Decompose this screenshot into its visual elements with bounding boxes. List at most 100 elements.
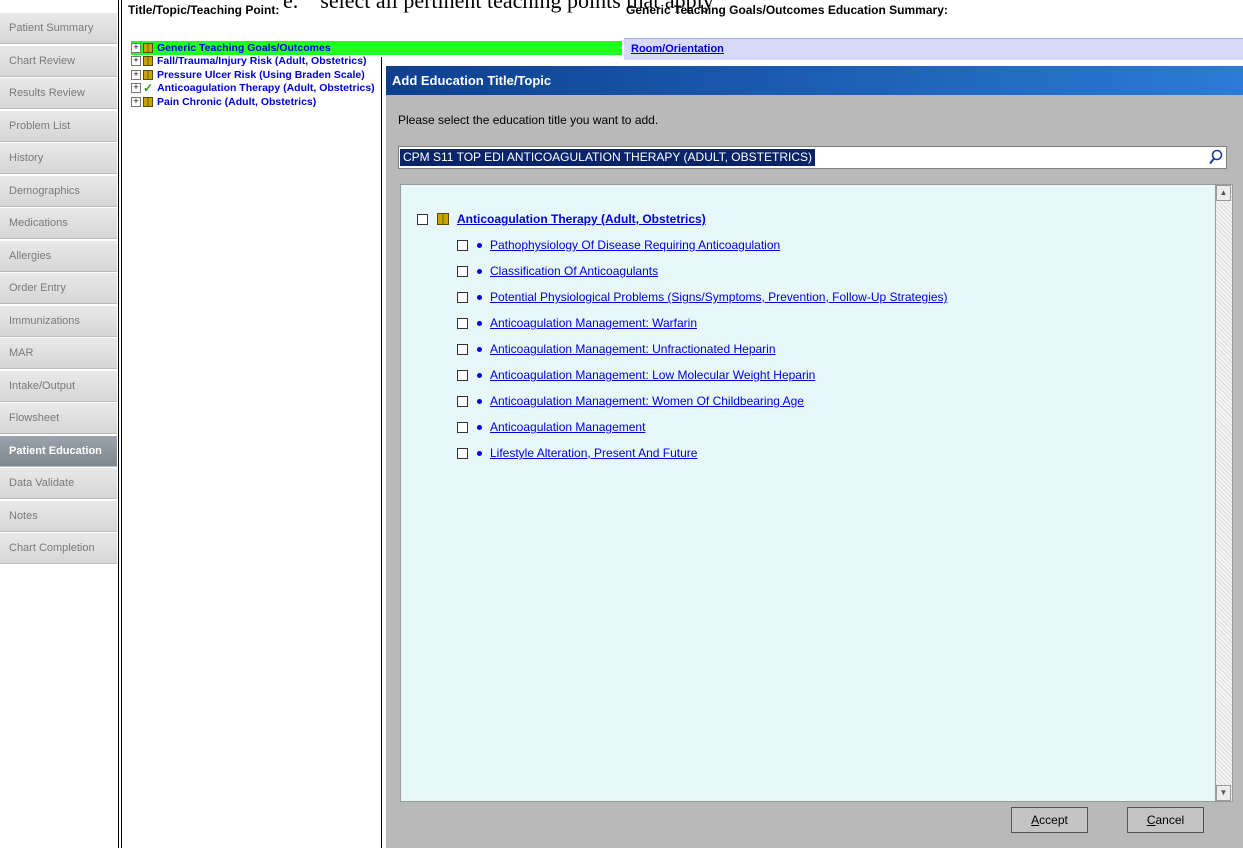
bullet-icon — [477, 372, 482, 378]
sidebar-item-history[interactable]: History — [0, 143, 117, 174]
topic-checkbox[interactable] — [417, 213, 428, 225]
education-search-field[interactable]: CPM S11 TOP EDI ANTICOAGULATION THERAPY … — [398, 146, 1227, 169]
tree-column-header: Title/Topic/Teaching Point: — [128, 3, 280, 17]
caption-marker: e. — [283, 0, 299, 13]
sidebar-item-results-review[interactable]: Results Review — [0, 78, 117, 109]
book-icon — [437, 213, 449, 225]
bullet-icon — [477, 398, 482, 404]
search-icon[interactable] — [1207, 148, 1225, 167]
checkmark-icon: ✓ — [143, 81, 154, 96]
bullet-icon — [477, 346, 482, 352]
sidebar-item-medications[interactable]: Medications — [0, 208, 117, 239]
point-checkbox[interactable] — [457, 265, 468, 277]
accept-button[interactable]: Accept — [1011, 807, 1088, 833]
tree-item-anticoagulation-therapy[interactable]: + ✓ Anticoagulation Therapy (Adult, Obst… — [131, 81, 381, 96]
bullet-icon — [477, 268, 482, 274]
list-item[interactable]: Anticoagulation Management — [457, 420, 645, 434]
cancel-label: ancel — [1155, 813, 1185, 827]
list-item[interactable]: Anticoagulation Management: Women Of Chi… — [457, 394, 804, 408]
point-link[interactable]: Anticoagulation Management: Low Molecula… — [490, 368, 815, 382]
point-checkbox[interactable] — [457, 343, 468, 355]
column-divider — [381, 57, 382, 848]
point-link[interactable]: Potential Physiological Problems (Signs/… — [490, 290, 948, 304]
sidebar-splitter[interactable] — [118, 0, 122, 848]
cancel-button[interactable]: Cancel — [1127, 807, 1204, 833]
vertical-scrollbar[interactable]: ▲ ▼ — [1215, 185, 1232, 801]
point-link[interactable]: Anticoagulation Management: Unfractionat… — [490, 342, 776, 356]
list-item[interactable]: Pathophysiology Of Disease Requiring Ant… — [457, 238, 780, 252]
bullet-icon — [477, 450, 482, 456]
teaching-points-list: Anticoagulation Therapy (Adult, Obstetri… — [400, 184, 1233, 802]
bullet-icon — [477, 242, 482, 248]
book-icon — [143, 56, 153, 67]
sidebar-item-order-entry[interactable]: Order Entry — [0, 273, 117, 304]
sidebar-item-mar[interactable]: MAR — [0, 338, 117, 369]
point-checkbox[interactable] — [457, 395, 468, 407]
list-item[interactable]: Classification Of Anticoagulants — [457, 264, 658, 278]
point-link[interactable]: Classification Of Anticoagulants — [490, 264, 658, 278]
tree-item-generic-teaching-goals[interactable]: + Generic Teaching Goals/Outcomes — [131, 41, 622, 55]
tree-item-pressure-ulcer-risk[interactable]: + Pressure Ulcer Risk (Using Braden Scal… — [131, 68, 381, 82]
point-link[interactable]: Anticoagulation Management — [490, 420, 645, 434]
accept-mnemonic: A — [1031, 813, 1040, 827]
tree-item-label: Anticoagulation Therapy (Adult, Obstetri… — [157, 82, 375, 95]
summary-column-header: Generic Teaching Goals/Outcomes Educatio… — [626, 3, 948, 17]
point-link[interactable]: Anticoagulation Management: Women Of Chi… — [490, 394, 804, 408]
point-checkbox[interactable] — [457, 239, 468, 251]
dialog-prompt: Please select the education title you wa… — [398, 113, 659, 127]
point-checkbox[interactable] — [457, 291, 468, 303]
sidebar-item-problem-list[interactable]: Problem List — [0, 110, 117, 142]
sidebar-item-notes[interactable]: Notes — [0, 500, 117, 532]
book-icon — [143, 96, 153, 107]
book-icon — [143, 69, 153, 80]
sidebar-item-immunizations[interactable]: Immunizations — [0, 305, 117, 337]
expand-icon[interactable]: + — [131, 42, 141, 53]
scroll-up-icon[interactable]: ▲ — [1216, 185, 1231, 201]
sidebar-item-patient-education[interactable]: Patient Education — [0, 435, 117, 467]
tree-item-label: Fall/Trauma/Injury Risk (Adult, Obstetri… — [157, 55, 367, 68]
sidebar-item-chart-completion[interactable]: Chart Completion — [0, 533, 117, 564]
sidebar-item-patient-summary[interactable]: Patient Summary — [0, 13, 117, 44]
list-item[interactable]: Anticoagulation Management: Low Molecula… — [457, 368, 815, 382]
accept-label: ccept — [1039, 813, 1068, 827]
book-icon — [143, 42, 153, 53]
sidebar-item-data-validate[interactable]: Data Validate — [0, 468, 117, 499]
scroll-down-icon[interactable]: ▼ — [1216, 785, 1231, 801]
expand-icon[interactable]: + — [131, 96, 141, 107]
topic-tree: + Generic Teaching Goals/Outcomes + Fall… — [131, 41, 622, 109]
expand-icon[interactable]: + — [131, 83, 141, 94]
topic-title[interactable]: Anticoagulation Therapy (Adult, Obstetri… — [457, 212, 706, 226]
sidebar-item-intake-output[interactable]: Intake/Output — [0, 370, 117, 402]
sidebar-item-flowsheet[interactable]: Flowsheet — [0, 403, 117, 434]
sidebar-item-allergies[interactable]: Allergies — [0, 240, 117, 272]
search-field-value: CPM S11 TOP EDI ANTICOAGULATION THERAPY … — [400, 149, 815, 166]
add-education-dialog: Add Education Title/Topic Please select … — [386, 66, 1243, 848]
point-link[interactable]: Pathophysiology Of Disease Requiring Ant… — [490, 238, 780, 252]
list-item[interactable]: Anticoagulation Management: Unfractionat… — [457, 342, 776, 356]
expand-icon[interactable]: + — [131, 69, 141, 80]
tree-item-label: Generic Teaching Goals/Outcomes — [157, 41, 331, 54]
sidebar-item-chart-review[interactable]: Chart Review — [0, 45, 117, 77]
sidebar-nav: Patient Summary Chart Review Results Rev… — [0, 13, 117, 848]
point-checkbox[interactable] — [457, 369, 468, 381]
point-checkbox[interactable] — [457, 317, 468, 329]
bullet-icon — [477, 320, 482, 326]
point-link[interactable]: Lifestyle Alteration, Present And Future — [490, 446, 697, 460]
dialog-title: Add Education Title/Topic — [386, 66, 1243, 95]
point-checkbox[interactable] — [457, 447, 468, 459]
list-item[interactable]: Lifestyle Alteration, Present And Future — [457, 446, 697, 460]
topic-row[interactable]: Anticoagulation Therapy (Adult, Obstetri… — [417, 212, 706, 226]
bullet-icon — [477, 294, 482, 300]
list-item[interactable]: Potential Physiological Problems (Signs/… — [457, 290, 948, 304]
point-link[interactable]: Anticoagulation Management: Warfarin — [490, 316, 697, 330]
tree-item-label: Pressure Ulcer Risk (Using Braden Scale) — [157, 68, 365, 81]
sidebar-item-demographics[interactable]: Demographics — [0, 175, 117, 207]
expand-icon[interactable]: + — [131, 56, 141, 67]
point-checkbox[interactable] — [457, 421, 468, 433]
tree-item-label: Pain Chronic (Adult, Obstetrics) — [157, 95, 317, 108]
bullet-icon — [477, 424, 482, 430]
list-item[interactable]: Anticoagulation Management: Warfarin — [457, 316, 697, 330]
tree-item-fall-risk[interactable]: + Fall/Trauma/Injury Risk (Adult, Obstet… — [131, 55, 381, 69]
summary-link-room-orientation[interactable]: Room/Orientation — [624, 38, 1243, 60]
tree-item-pain-chronic[interactable]: + Pain Chronic (Adult, Obstetrics) — [131, 95, 381, 109]
